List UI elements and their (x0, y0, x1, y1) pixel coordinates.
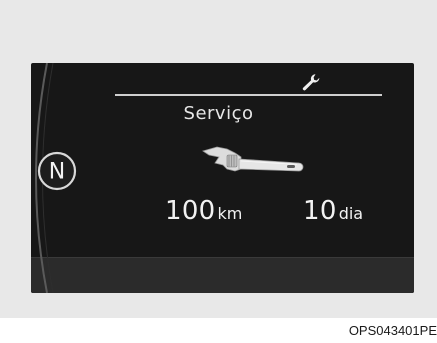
distance-readout: 100 km (165, 196, 242, 226)
distance-value: 100 (165, 196, 216, 226)
gear-indicator: N (37, 151, 77, 191)
days-value: 10 (303, 196, 337, 226)
top-divider-line (115, 94, 382, 96)
distance-unit: km (217, 204, 243, 223)
figure-code: OPS043401PE (348, 323, 437, 338)
days-unit: dia (338, 204, 364, 223)
gear-letter: N (49, 160, 65, 185)
days-readout: 10 dia (303, 196, 363, 226)
figure: Serviço N 100 km 10 dia OPS043401PE (0, 0, 437, 343)
adjustable-wrench-icon (202, 146, 304, 172)
wrench-icon (302, 74, 320, 91)
instrument-cluster-display: Serviço N 100 km 10 dia (31, 63, 414, 293)
service-title: Serviço (183, 103, 254, 124)
figure-background-panel: Serviço N 100 km 10 dia (0, 0, 437, 318)
